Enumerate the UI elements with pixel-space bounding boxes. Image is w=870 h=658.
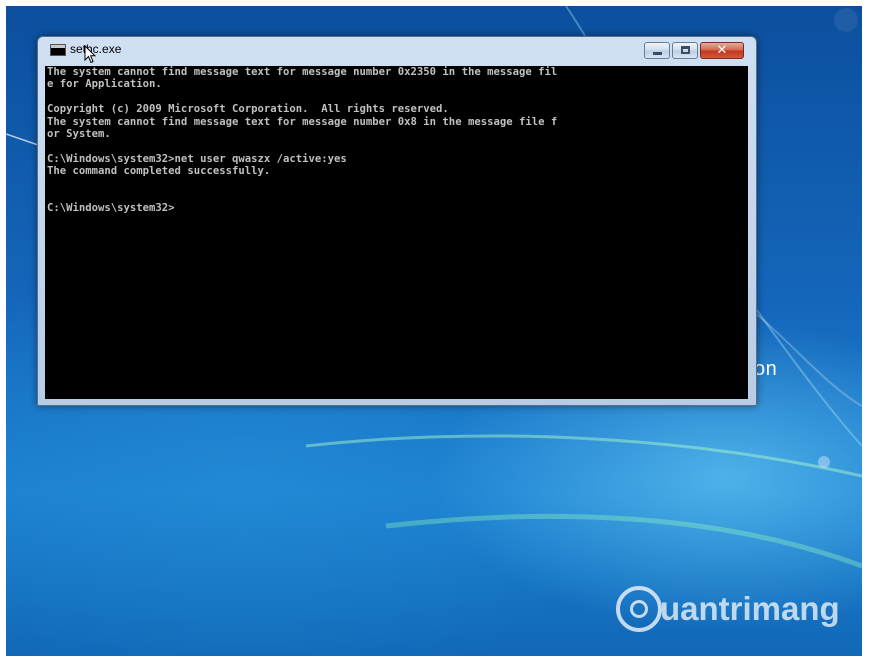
close-icon: ✕ (716, 43, 728, 58)
console-line: or System. (47, 127, 111, 140)
watermark-logo: uantrimang (616, 584, 856, 640)
console-line: e for Application. (47, 78, 162, 91)
console-line: The system cannot find message text for … (47, 66, 558, 78)
watermark-logo-icon (616, 586, 662, 632)
console-window[interactable]: sethc.exe ✕ The system cannot find messa… (37, 36, 757, 406)
title-bar[interactable]: sethc.exe ✕ (38, 37, 756, 64)
console-line: C:\Windows\system32>net user qwaszx /act… (47, 152, 347, 165)
console-icon (50, 44, 66, 56)
watermark-text: uantrimang (660, 590, 840, 627)
console-line: Copyright (c) 2009 Microsoft Corporation… (47, 103, 449, 116)
console-output[interactable]: The system cannot find message text for … (45, 66, 748, 399)
mouse-cursor-icon (84, 45, 96, 64)
minimize-icon (653, 52, 662, 55)
console-line: The system cannot find message text for … (47, 115, 558, 128)
console-prompt-line[interactable]: C:\Windows\system32> (45, 202, 748, 214)
maximize-icon (681, 46, 690, 54)
maximize-button[interactable] (672, 42, 698, 59)
close-button[interactable]: ✕ (700, 42, 744, 59)
minimize-button[interactable] (644, 42, 670, 59)
console-line: The command completed successfully. (47, 165, 271, 178)
desktop-partial-text: on (754, 358, 778, 380)
